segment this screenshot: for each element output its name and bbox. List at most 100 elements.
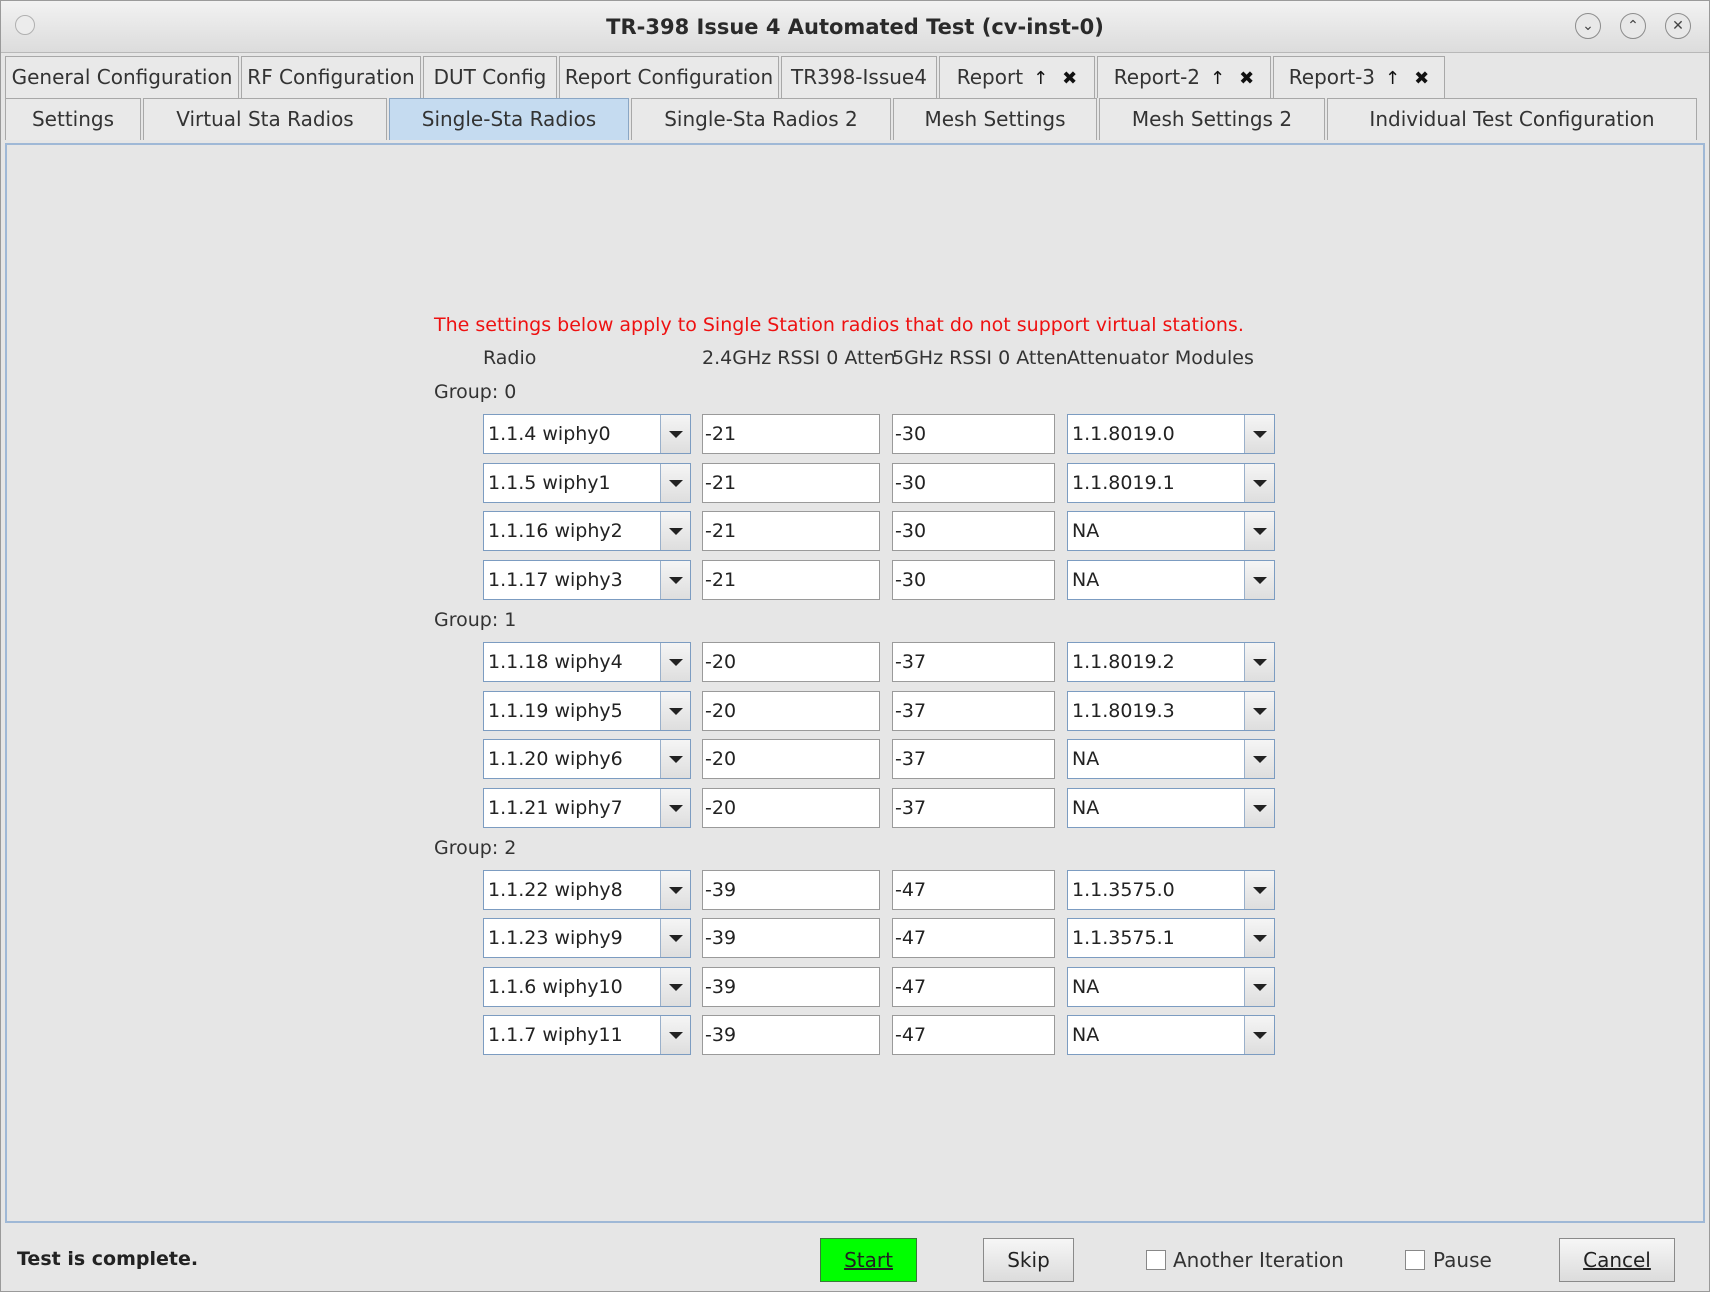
attenuator-select[interactable]: 1.1.8019.1 [1067,463,1275,503]
attenuator-select[interactable]: 1.1.8019.0 [1067,414,1275,454]
rssi24-field[interactable]: -21 [702,511,880,551]
rssi5-field[interactable]: -30 [892,511,1055,551]
cancel-button[interactable]: Cancel [1559,1238,1675,1282]
attenuator-select[interactable]: NA [1067,788,1275,828]
tab-single-sta-radios[interactable]: Single-Sta Radios [389,98,629,140]
tab-report[interactable]: Report ↑ ✖ [939,56,1095,98]
rssi24-field[interactable]: -20 [702,691,880,731]
close-tab-icon[interactable]: ✖ [1062,68,1077,89]
tab-general-configuration[interactable]: General Configuration [5,56,239,98]
radio-select[interactable]: 1.1.16 wiphy2 [483,511,691,551]
pause-label[interactable]: Pause [1433,1248,1492,1272]
chevron-down-icon[interactable] [660,871,690,909]
chevron-down-icon[interactable] [660,789,690,827]
rssi5-field[interactable]: -37 [892,642,1055,682]
rssi5-field[interactable]: -30 [892,560,1055,600]
chevron-down-icon[interactable] [1244,789,1274,827]
start-button[interactable]: Start [820,1238,917,1282]
chevron-down-icon[interactable] [1244,919,1274,957]
rssi24-field[interactable]: -21 [702,463,880,503]
detach-arrow-icon[interactable]: ↑ [1210,68,1225,89]
chevron-down-icon[interactable] [1244,692,1274,730]
rssi24-field[interactable]: -20 [702,788,880,828]
rssi5-field[interactable]: -37 [892,739,1055,779]
rssi24-field[interactable]: -39 [702,967,880,1007]
another-iteration-label[interactable]: Another Iteration [1173,1248,1344,1272]
attenuator-select[interactable]: NA [1067,967,1275,1007]
rssi5-field[interactable]: -47 [892,967,1055,1007]
chevron-down-icon[interactable] [1244,464,1274,502]
radio-select[interactable]: 1.1.20 wiphy6 [483,739,691,779]
radio-select[interactable]: 1.1.6 wiphy10 [483,967,691,1007]
rssi24-field[interactable]: -21 [702,414,880,454]
chevron-down-icon[interactable] [1244,415,1274,453]
rssi24-field[interactable]: -20 [702,642,880,682]
attenuator-select[interactable]: 1.1.3575.0 [1067,870,1275,910]
chevron-down-icon[interactable] [1244,968,1274,1006]
chevron-down-icon[interactable] [1244,871,1274,909]
radio-select[interactable]: 1.1.7 wiphy11 [483,1015,691,1055]
close-tab-icon[interactable]: ✖ [1239,68,1254,89]
close-tab-icon[interactable]: ✖ [1414,68,1429,89]
close-window-icon[interactable]: ✕ [1665,13,1691,39]
chevron-down-icon[interactable] [1244,512,1274,550]
chevron-down-icon[interactable] [1244,561,1274,599]
tab-tr398-issue4[interactable]: TR398-Issue4 [781,56,937,98]
another-iteration-checkbox[interactable] [1146,1250,1166,1270]
rssi24-field[interactable]: -20 [702,739,880,779]
attenuator-select[interactable]: NA [1067,739,1275,779]
rssi5-field[interactable]: -47 [892,1015,1055,1055]
chevron-down-icon[interactable] [660,512,690,550]
chevron-down-icon[interactable] [1244,1016,1274,1054]
rssi5-field[interactable]: -30 [892,414,1055,454]
radio-select[interactable]: 1.1.17 wiphy3 [483,560,691,600]
rssi5-field[interactable]: -37 [892,788,1055,828]
tab-single-sta-radios-2[interactable]: Single-Sta Radios 2 [631,98,891,140]
attenuator-select[interactable]: 1.1.8019.3 [1067,691,1275,731]
rssi5-field[interactable]: -30 [892,463,1055,503]
skip-button[interactable]: Skip [983,1238,1074,1282]
tab-mesh-settings[interactable]: Mesh Settings [893,98,1097,140]
tab-report-configuration[interactable]: Report Configuration [559,56,779,98]
minimize-icon[interactable]: ⌄ [1575,13,1601,39]
radio-select[interactable]: 1.1.23 wiphy9 [483,918,691,958]
attenuator-select[interactable]: 1.1.8019.2 [1067,642,1275,682]
chevron-down-icon[interactable] [660,692,690,730]
detach-arrow-icon[interactable]: ↑ [1033,68,1048,89]
rssi5-field[interactable]: -47 [892,918,1055,958]
chevron-down-icon[interactable] [660,919,690,957]
attenuator-select[interactable]: NA [1067,560,1275,600]
tab-dut-config[interactable]: DUT Config [423,56,557,98]
tab-report-2[interactable]: Report-2 ↑ ✖ [1097,56,1271,98]
chevron-down-icon[interactable] [660,968,690,1006]
tab-settings[interactable]: Settings [5,98,141,140]
rssi5-field[interactable]: -47 [892,870,1055,910]
radio-select[interactable]: 1.1.22 wiphy8 [483,870,691,910]
rssi24-field[interactable]: -39 [702,1015,880,1055]
chevron-down-icon[interactable] [660,643,690,681]
chevron-down-icon[interactable] [660,1016,690,1054]
radio-select[interactable]: 1.1.4 wiphy0 [483,414,691,454]
tab-rf-configuration[interactable]: RF Configuration [241,56,421,98]
tab-virtual-sta-radios[interactable]: Virtual Sta Radios [143,98,387,140]
rssi24-field[interactable]: -39 [702,870,880,910]
chevron-down-icon[interactable] [1244,643,1274,681]
radio-select[interactable]: 1.1.18 wiphy4 [483,642,691,682]
rssi24-field[interactable]: -39 [702,918,880,958]
radio-select[interactable]: 1.1.19 wiphy5 [483,691,691,731]
tab-report-3[interactable]: Report-3 ↑ ✖ [1273,56,1445,98]
chevron-down-icon[interactable] [660,464,690,502]
maximize-icon[interactable]: ⌃ [1620,13,1646,39]
attenuator-select[interactable]: NA [1067,511,1275,551]
radio-select[interactable]: 1.1.5 wiphy1 [483,463,691,503]
attenuator-select[interactable]: 1.1.3575.1 [1067,918,1275,958]
pause-checkbox[interactable] [1405,1250,1425,1270]
radio-select[interactable]: 1.1.21 wiphy7 [483,788,691,828]
rssi24-field[interactable]: -21 [702,560,880,600]
chevron-down-icon[interactable] [1244,740,1274,778]
attenuator-select[interactable]: NA [1067,1015,1275,1055]
chevron-down-icon[interactable] [660,740,690,778]
chevron-down-icon[interactable] [660,415,690,453]
tab-individual-test-configuration[interactable]: Individual Test Configuration [1327,98,1697,140]
tab-mesh-settings-2[interactable]: Mesh Settings 2 [1099,98,1325,140]
